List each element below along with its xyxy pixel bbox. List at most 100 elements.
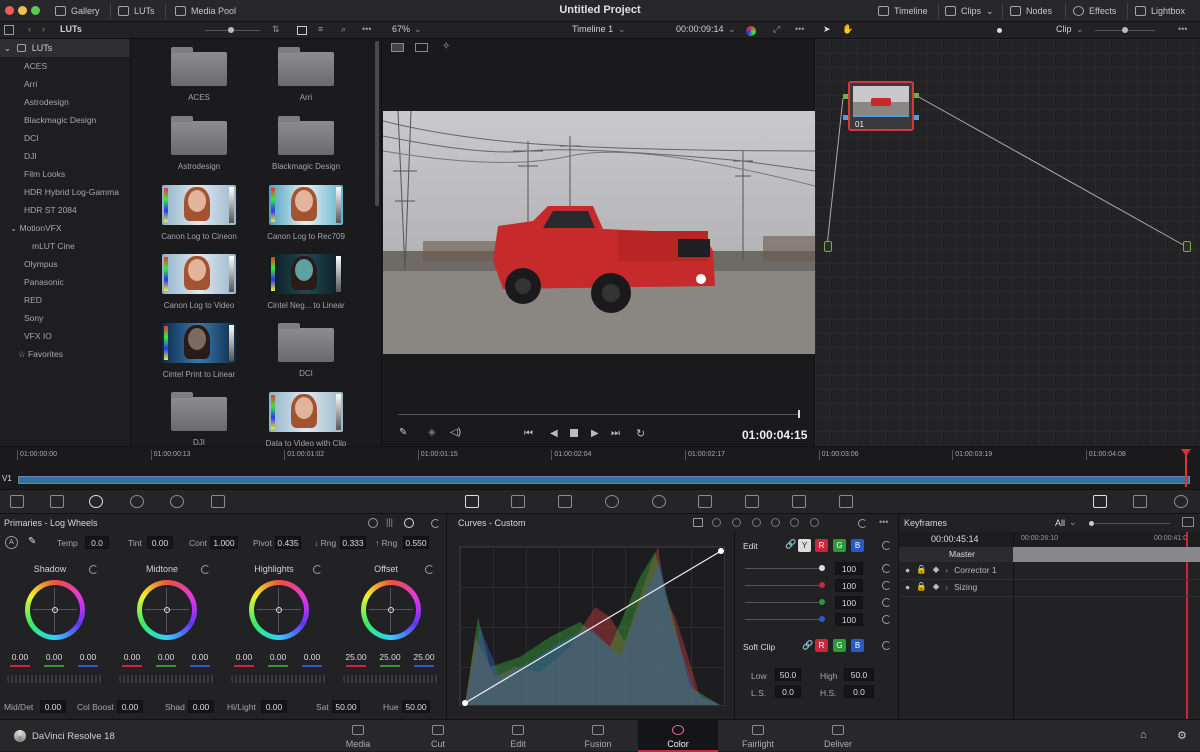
lut-category-mlut-cine[interactable]: mLUT Cine	[0, 237, 130, 255]
intensity-field[interactable]: 100	[835, 562, 863, 575]
motion-effects-icon[interactable]	[211, 495, 225, 508]
lut-category-red[interactable]: RED	[0, 291, 130, 309]
reset-icon[interactable]	[882, 564, 891, 573]
lut-item[interactable]: Astrodesign	[144, 116, 254, 171]
lut-category-vfx-io[interactable]: VFX IO	[0, 327, 130, 345]
lut-category-hdr-hybrid-log-gamma[interactable]: HDR Hybrid Log-Gamma	[0, 183, 130, 201]
intensity-slider-handle[interactable]	[819, 565, 825, 571]
reset-icon[interactable]	[425, 565, 434, 574]
master-wheel-jog[interactable]	[231, 675, 327, 683]
sat-vs-lum-icon[interactable]	[810, 518, 819, 527]
window-icon[interactable]	[605, 495, 619, 508]
layers-icon[interactable]: ◈	[428, 427, 436, 438]
nodes-more-icon[interactable]: •••	[1178, 24, 1187, 34]
curve-graph[interactable]	[459, 546, 725, 706]
lut-category-dji[interactable]: DJI	[0, 147, 130, 165]
volume-icon[interactable]: ◁)	[450, 427, 461, 438]
reset-icon[interactable]	[882, 581, 891, 590]
scrub-playhead[interactable]	[798, 410, 800, 418]
split-viewer-icon[interactable]	[415, 43, 428, 52]
intensity-slider-handle[interactable]	[819, 599, 825, 605]
reset-icon[interactable]	[882, 641, 891, 650]
effects-toggle-button[interactable]: Effects	[1073, 3, 1116, 19]
intensity-field[interactable]: 100	[835, 596, 863, 609]
sort-icon[interactable]: ⇅	[272, 24, 280, 35]
master-wheel-jog[interactable]	[119, 675, 215, 683]
settings-gear-icon[interactable]: ⚙	[1177, 729, 1187, 742]
lut-item[interactable]: DCI	[251, 323, 361, 378]
lut-item[interactable]: Arri	[251, 47, 361, 102]
timeline-dropdown-icon[interactable]: ⌄	[618, 24, 626, 35]
intensity-slider-handle[interactable]	[819, 616, 825, 622]
qualifier-icon[interactable]	[558, 495, 572, 508]
reset-icon[interactable]	[882, 615, 891, 624]
play-reverse-icon[interactable]: ◀	[550, 428, 558, 439]
keyframe-zoom-handle[interactable]	[1089, 521, 1094, 526]
playhead-marker-icon[interactable]	[1181, 449, 1191, 456]
curves-more-icon[interactable]: •••	[879, 517, 888, 527]
stop-icon[interactable]	[570, 429, 578, 437]
lut-category-olympus[interactable]: Olympus	[0, 255, 130, 273]
magic-mask-icon[interactable]	[698, 495, 712, 508]
keyframe-track[interactable]: ● 🔒 ◆ › Corrector 1	[905, 564, 997, 575]
intensity-slider[interactable]	[745, 568, 823, 569]
keyframes-filter[interactable]: All	[1055, 518, 1065, 528]
timeline-toggle-button[interactable]: Timeline	[878, 3, 928, 19]
reset-icon[interactable]	[858, 519, 867, 528]
output-node[interactable]	[1183, 241, 1191, 252]
sidebar-toggle-icon[interactable]	[4, 25, 14, 35]
lut-category-hdr-st-2084[interactable]: HDR ST 2084	[0, 201, 130, 219]
lut-item[interactable]: ACES	[144, 47, 254, 102]
temp-field[interactable]: 0.0	[85, 536, 109, 549]
close-window-button[interactable]	[5, 6, 14, 15]
node-zoom-slider-handle[interactable]	[1122, 27, 1128, 33]
color-picker-icon[interactable]	[746, 26, 756, 36]
magic-wand-icon[interactable]: ✧	[442, 41, 450, 52]
hue-vs-sat-icon[interactable]	[732, 518, 741, 527]
intensity-field[interactable]: 100	[835, 613, 863, 626]
wheel-center-handle[interactable]	[388, 607, 394, 613]
color-wheel-highlights[interactable]	[249, 580, 309, 640]
lut-category-aces[interactable]: ACES	[0, 57, 130, 75]
clips-toggle-button[interactable]: Clips ⌄	[945, 3, 994, 19]
timeline-name[interactable]: Timeline 1	[572, 24, 613, 34]
contrast-field[interactable]: 1.000	[210, 536, 238, 549]
scopes-icon[interactable]	[1133, 495, 1147, 508]
lut-item[interactable]: Data to Video with Clip	[251, 392, 361, 448]
page-tab-fairlight[interactable]: Fairlight	[718, 720, 798, 752]
lut-category-motionvfx[interactable]: ⌄ MotionVFX	[0, 219, 130, 237]
mid-detail-field[interactable]: 0.00	[40, 700, 66, 713]
tracker-icon[interactable]	[652, 495, 666, 508]
intensity-slider[interactable]	[745, 619, 823, 620]
hue-field[interactable]: 50.00	[402, 700, 430, 713]
color-warper-icon[interactable]	[511, 495, 525, 508]
lightbox-toggle-button[interactable]: Lightbox	[1135, 3, 1185, 19]
lock-icon[interactable]: 🔒	[916, 564, 927, 575]
single-viewer-icon[interactable]	[391, 43, 404, 52]
keyframe-track[interactable]: ● 🔒 ◆ › Sizing	[905, 581, 977, 592]
red-channel-button[interactable]: R	[815, 539, 828, 552]
intensity-slider-handle[interactable]	[819, 582, 825, 588]
primaries-wheels-icon[interactable]	[89, 495, 103, 508]
diamond-icon[interactable]: ◆	[933, 564, 940, 575]
grid-view-icon[interactable]	[297, 26, 307, 35]
lut-item[interactable]: Blackmagic Design	[251, 116, 361, 171]
more-options-icon[interactable]: •••	[362, 24, 371, 34]
go-to-start-icon[interactable]: ⏮	[524, 428, 533, 439]
color-wheel-offset[interactable]	[361, 580, 421, 640]
forward-icon[interactable]: ›	[42, 24, 45, 34]
keyframe-zoom-slider[interactable]	[1095, 523, 1170, 524]
tint-field[interactable]: 0.00	[147, 536, 173, 549]
color-wheel-shadow[interactable]	[25, 580, 85, 640]
low-field[interactable]: 50.0	[775, 668, 801, 681]
lut-item[interactable]: Canon Log to Cineon	[144, 185, 254, 241]
wheel-center-handle[interactable]	[164, 607, 170, 613]
key-icon[interactable]	[792, 495, 806, 508]
wheel-center-handle[interactable]	[52, 607, 58, 613]
wheel-value-field[interactable]: 0.00	[185, 651, 215, 664]
highlights-field[interactable]: 0.00	[261, 700, 287, 713]
color-wheel-midtone[interactable]	[137, 580, 197, 640]
expand-icon[interactable]	[1182, 517, 1194, 527]
camera-raw-icon[interactable]	[10, 495, 24, 508]
reset-icon[interactable]	[313, 565, 322, 574]
